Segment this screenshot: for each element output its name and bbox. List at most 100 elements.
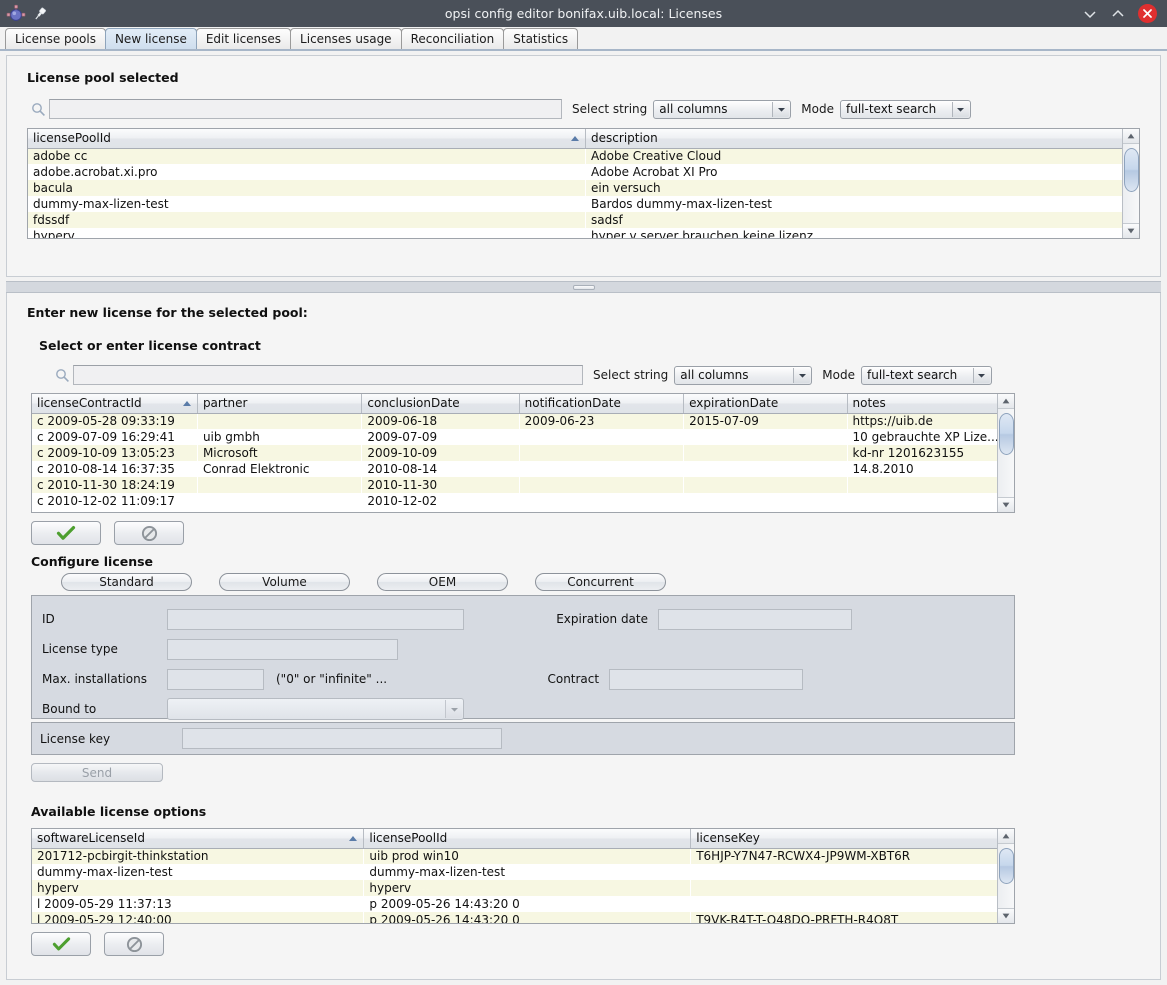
license-type-oem-button[interactable]: OEM: [377, 573, 508, 591]
close-icon[interactable]: [1138, 4, 1157, 23]
cell-notes: https://uib.de: [847, 413, 1014, 429]
panel-splitter[interactable]: [6, 281, 1161, 293]
splitter-grip[interactable]: [572, 284, 595, 290]
license-pool-scrollbar[interactable]: [1122, 129, 1139, 238]
table-row[interactable]: c 2010-11-30 18:24:19 2010-11-30: [32, 477, 1014, 493]
scroll-down-icon[interactable]: [1122, 223, 1139, 238]
column-label: conclusionDate: [367, 396, 460, 411]
table-row[interactable]: dummy-max-lizen-test Bardos dummy-max-liz…: [28, 196, 1139, 212]
scrollbar-track[interactable]: [998, 844, 1015, 908]
scrollbar-track[interactable]: [1123, 144, 1140, 223]
column-header-licensekey[interactable]: licenseKey: [690, 829, 1014, 849]
contract-search-row: Select string all columns Mode full-text…: [51, 365, 1140, 385]
contract-select-string-value: all columns: [680, 368, 749, 382]
column-header-notes[interactable]: notes: [847, 394, 1014, 414]
contract-field[interactable]: [609, 668, 804, 690]
license-type-label: OEM: [428, 575, 457, 589]
options-cancel-button[interactable]: [104, 932, 164, 956]
license-pool-table[interactable]: licensePoolId description adobe cc Adobe …: [27, 128, 1140, 239]
id-field[interactable]: [167, 608, 464, 630]
column-header-conclusiondate[interactable]: conclusionDate: [361, 394, 520, 414]
cell-partner: uib gmbh: [197, 429, 362, 445]
table-row[interactable]: hyperv hyperv: [32, 880, 1014, 896]
max-installations-field[interactable]: [167, 668, 264, 690]
license-type-standard-button[interactable]: Standard: [61, 573, 192, 591]
column-header-partner[interactable]: partner: [197, 394, 363, 414]
table-row[interactable]: c 2010-12-02 11:09:17 2010-12-02: [32, 493, 1014, 509]
expiration-date-field[interactable]: [658, 608, 852, 630]
license-type-concurrent-button[interactable]: Concurrent: [535, 573, 666, 591]
contract-cancel-button[interactable]: [114, 521, 184, 545]
table-row[interactable]: c 2010-08-14 16:37:35 Conrad Elektronic 20…: [32, 461, 1014, 477]
column-header-licensepoolid[interactable]: licensePoolId: [28, 129, 587, 149]
table-row[interactable]: adobe cc Adobe Creative Cloud: [28, 148, 1139, 164]
table-row[interactable]: hyperv hyper v server brauchen keine lize…: [28, 228, 1139, 238]
chevron-up-icon[interactable]: [1110, 6, 1126, 22]
chevron-down-icon[interactable]: [1082, 6, 1098, 22]
table-row[interactable]: c 2009-10-09 13:05:23 Microsoft 2009-10-09…: [32, 445, 1014, 461]
scroll-down-icon[interactable]: [997, 497, 1014, 512]
scroll-up-icon[interactable]: [1122, 129, 1139, 144]
cell-conclusiondate: 2010-08-14: [361, 461, 520, 477]
column-header-expirationdate[interactable]: expirationDate: [683, 394, 848, 414]
cell-licensecontractid: c 2009-07-09 16:29:41: [32, 429, 198, 445]
table-row[interactable]: 201712-pcbirgit-thinkstation uib prod win…: [32, 848, 1014, 864]
cell-description: ein versuch: [585, 180, 1139, 196]
table-row[interactable]: bacula ein versuch: [28, 180, 1139, 196]
tab-reconciliation[interactable]: Reconciliation: [400, 28, 505, 49]
table-row[interactable]: adobe.acrobat.xi.pro Adobe Acrobat XI Pro: [28, 164, 1139, 180]
tab-edit-licenses[interactable]: Edit licenses: [195, 28, 292, 49]
cell-licensecontractid: c 2010-11-30 18:24:19: [32, 477, 198, 493]
column-label: licensePoolId: [33, 131, 111, 146]
scrollbar-track[interactable]: [998, 409, 1015, 497]
scroll-down-icon[interactable]: [997, 908, 1014, 923]
contract-confirm-button[interactable]: [31, 521, 101, 545]
table-row[interactable]: l 2009-05-29 12:40:00 p 2009-05-26 14:43:…: [32, 912, 1014, 923]
license-contract-table[interactable]: licenseContractId partner conclusionDate…: [31, 393, 1015, 513]
table-row[interactable]: c 2009-07-09 16:29:41 uib gmbh 2009-07-09 1…: [32, 429, 1014, 445]
tab-new-license[interactable]: New license: [104, 28, 197, 49]
license-contract-scrollbar[interactable]: [997, 394, 1014, 512]
scroll-up-icon[interactable]: [997, 829, 1014, 844]
tab-licenses-usage[interactable]: Licenses usage: [290, 28, 402, 49]
cell-notificationdate: [519, 461, 684, 477]
license-type-field[interactable]: [167, 638, 398, 660]
available-options-table[interactable]: softwareLicenseId licensePoolId licenseK…: [31, 828, 1015, 924]
available-options-scrollbar[interactable]: [997, 829, 1014, 923]
scrollbar-thumb[interactable]: [1123, 148, 1139, 192]
column-header-licensepoolid[interactable]: licensePoolId: [363, 829, 692, 849]
pool-mode-combo[interactable]: full-text search: [839, 99, 971, 119]
table-row[interactable]: c 2009-05-28 09:33:19 2009-06-18 2009-06-2…: [32, 413, 1014, 429]
license-key-field[interactable]: [182, 728, 502, 749]
column-header-licensecontractid[interactable]: licenseContractId: [32, 394, 198, 414]
cell-notes: [847, 477, 1014, 493]
pool-search-input[interactable]: [49, 99, 562, 119]
cell-expirationdate: [683, 461, 847, 477]
window-controls: [1082, 4, 1167, 23]
column-header-notificationdate[interactable]: notificationDate: [519, 394, 685, 414]
contract-select-string-combo[interactable]: all columns: [674, 365, 813, 385]
send-button-label: Send: [81, 765, 113, 780]
send-button[interactable]: Send: [31, 763, 163, 782]
license-pool-grid: licensePoolId description adobe cc Adobe …: [28, 129, 1139, 238]
scrollbar-thumb[interactable]: [998, 848, 1014, 884]
checkmark-icon: [56, 526, 76, 540]
table-row[interactable]: fdssdf sadsf: [28, 212, 1139, 228]
contract-search-input[interactable]: [73, 365, 583, 385]
license-type-volume-button[interactable]: Volume: [219, 573, 350, 591]
column-header-softwarelicenseid[interactable]: softwareLicenseId: [32, 829, 365, 849]
table-row[interactable]: l 2009-05-29 11:37:13 p 2009-05-26 14:43:…: [32, 896, 1014, 912]
search-icon: [51, 368, 73, 383]
bound-to-combo[interactable]: [167, 698, 464, 720]
options-confirm-button[interactable]: [31, 932, 91, 956]
column-header-description[interactable]: description: [585, 129, 1139, 149]
pool-select-string-combo[interactable]: all columns: [653, 99, 792, 119]
scroll-up-icon[interactable]: [997, 394, 1014, 409]
tab-statistics[interactable]: Statistics: [503, 28, 579, 49]
pin-icon[interactable]: [32, 6, 48, 22]
contract-mode-combo[interactable]: full-text search: [860, 365, 992, 385]
cell-licensepoolid: bacula: [28, 180, 586, 196]
tab-license-pools[interactable]: License pools: [5, 28, 106, 49]
table-row[interactable]: dummy-max-lizen-test dummy-max-lizen-test: [32, 864, 1014, 880]
scrollbar-thumb[interactable]: [998, 413, 1014, 455]
